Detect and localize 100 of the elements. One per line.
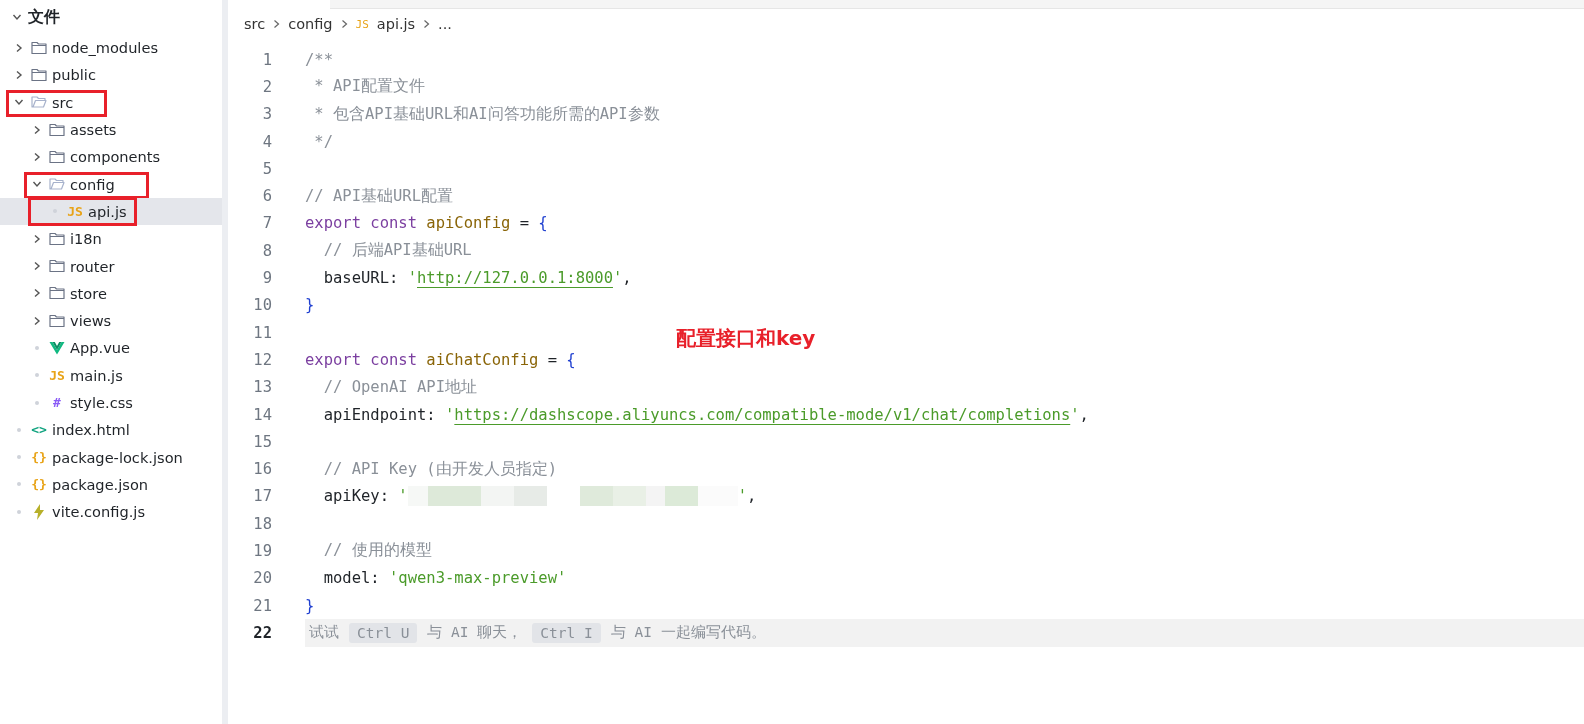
file-name: i18n: [70, 230, 102, 248]
chevron-icon[interactable]: [32, 124, 42, 135]
file-name: package.json: [52, 475, 149, 493]
hint-text: 与 AI 一起编写代码。: [610, 623, 766, 643]
tree-item[interactable]: store: [0, 279, 222, 307]
folder-icon: [49, 313, 65, 328]
tree-item[interactable]: views: [0, 306, 222, 335]
chevron-icon[interactable]: [14, 42, 24, 53]
code-line: * 包含API基础URL和AI问答功能所需的API参数: [313, 103, 660, 125]
tree-item[interactable]: App.vue: [0, 334, 222, 362]
breadcrumb-item[interactable]: ...: [438, 16, 452, 32]
code-line: // API基础URL配置: [305, 185, 453, 207]
hint-text: 与 AI 聊天，: [427, 623, 523, 643]
breadcrumb-item[interactable]: src: [244, 16, 266, 32]
code-line: // API Key (由开发人员指定): [322, 458, 557, 480]
line-number: 12: [252, 350, 272, 369]
chevron-icon[interactable]: [14, 69, 24, 80]
tree-item[interactable]: router: [0, 252, 222, 280]
code-line: // OpenAI API地址: [322, 376, 477, 398]
tree-item[interactable]: {} package-lock.json: [0, 443, 222, 471]
tree-item[interactable]: i18n: [0, 225, 222, 253]
line-number: 7: [261, 214, 272, 233]
tree-item[interactable]: node_modules: [0, 34, 222, 62]
line-number: 9: [261, 269, 272, 287]
file-type-icon: JS: [66, 203, 84, 219]
line-number: 5: [261, 159, 272, 178]
line-number: 19: [252, 542, 272, 560]
folder-icon: [49, 259, 65, 273]
breadcrumb-item[interactable]: config: [288, 16, 333, 32]
chevron-icon: [423, 19, 431, 29]
file-type-icon: JS: [355, 17, 369, 31]
file-name: router: [70, 257, 115, 275]
file-name: components: [70, 148, 161, 166]
file-name: vite.config.js: [52, 503, 145, 521]
chevron-icon[interactable]: [32, 288, 42, 299]
file-name: main.js: [70, 366, 123, 384]
folder-icon: [31, 40, 47, 55]
dot-icon: [35, 373, 39, 378]
tree-item[interactable]: vite.config.js: [0, 498, 222, 526]
code-line: model: 'qwen3-max-preview': [322, 569, 567, 588]
shortcut-key: Ctrl U: [349, 622, 418, 643]
file-name: App.vue: [70, 339, 130, 357]
code-line: export const apiConfig = {: [305, 214, 548, 233]
file-type-icon: <>: [30, 422, 48, 438]
chevron-icon: [340, 19, 348, 29]
line-number: 16: [252, 460, 272, 479]
tree-item[interactable]: # style.css: [0, 388, 222, 417]
chevron-icon[interactable]: [14, 97, 24, 108]
folder-icon: [31, 67, 47, 82]
file-name: api.js: [88, 202, 127, 220]
file-name: index.html: [52, 421, 130, 439]
line-number: 20: [252, 569, 272, 588]
tree-item[interactable]: JS api.js: [0, 197, 222, 226]
dot-icon: [17, 427, 21, 432]
tree-item[interactable]: components: [0, 143, 222, 171]
dot-icon: [17, 455, 21, 460]
breadcrumb-item[interactable]: api.js: [376, 16, 416, 32]
chevron-icon[interactable]: [32, 261, 42, 271]
code-line: apiEndpoint: 'https://dashscope.aliyuncs.com/compatible-mode/v1/chat/completions',: [322, 405, 1089, 424]
line-number: 3: [261, 105, 272, 124]
chevron-icon[interactable]: [32, 179, 42, 190]
code-line: * API配置文件: [313, 76, 425, 98]
collapse-chevron-icon[interactable]: [12, 12, 22, 22]
chevron-icon[interactable]: [32, 233, 42, 244]
code-line: }: [305, 596, 315, 615]
file-name: views: [70, 312, 112, 330]
file-name: assets: [70, 121, 117, 139]
chevron-icon: [273, 19, 281, 29]
hint-text: 试试: [309, 623, 339, 643]
file-name: src: [52, 93, 74, 111]
tree-item[interactable]: {} package.json: [0, 470, 222, 499]
dot-icon: [17, 482, 21, 487]
line-number: 4: [261, 132, 272, 151]
folder-icon: [31, 95, 47, 110]
folder-icon: [49, 177, 65, 192]
code-line: */: [313, 132, 333, 151]
chevron-icon[interactable]: [32, 151, 42, 162]
file-name: config: [70, 175, 115, 193]
line-number: 13: [252, 378, 272, 397]
line-number: 17: [252, 487, 272, 506]
folder-icon: [49, 122, 65, 137]
code-line: // 后端API基础URL: [322, 240, 472, 262]
tree-item[interactable]: src: [0, 88, 222, 116]
code-line: // 使用的模型: [322, 540, 432, 562]
file-type-icon: {}: [30, 476, 48, 492]
tree-item[interactable]: JS main.js: [0, 361, 222, 389]
line-number: 11: [252, 323, 272, 342]
folder-icon: [49, 149, 65, 164]
file-name: style.css: [70, 394, 133, 411]
file-name: public: [52, 66, 96, 84]
tree-item[interactable]: public: [0, 61, 222, 89]
line-number: 22: [252, 623, 272, 642]
dot-icon: [17, 509, 21, 514]
chevron-icon[interactable]: [32, 315, 42, 326]
tree-item[interactable]: assets: [0, 115, 222, 144]
code-line: export const aiChatConfig = {: [305, 350, 576, 369]
file-type-icon: JS: [48, 367, 66, 383]
line-number: 14: [252, 405, 272, 424]
tree-item[interactable]: <> index.html: [0, 416, 222, 444]
file-name: package-lock.json: [52, 448, 183, 466]
